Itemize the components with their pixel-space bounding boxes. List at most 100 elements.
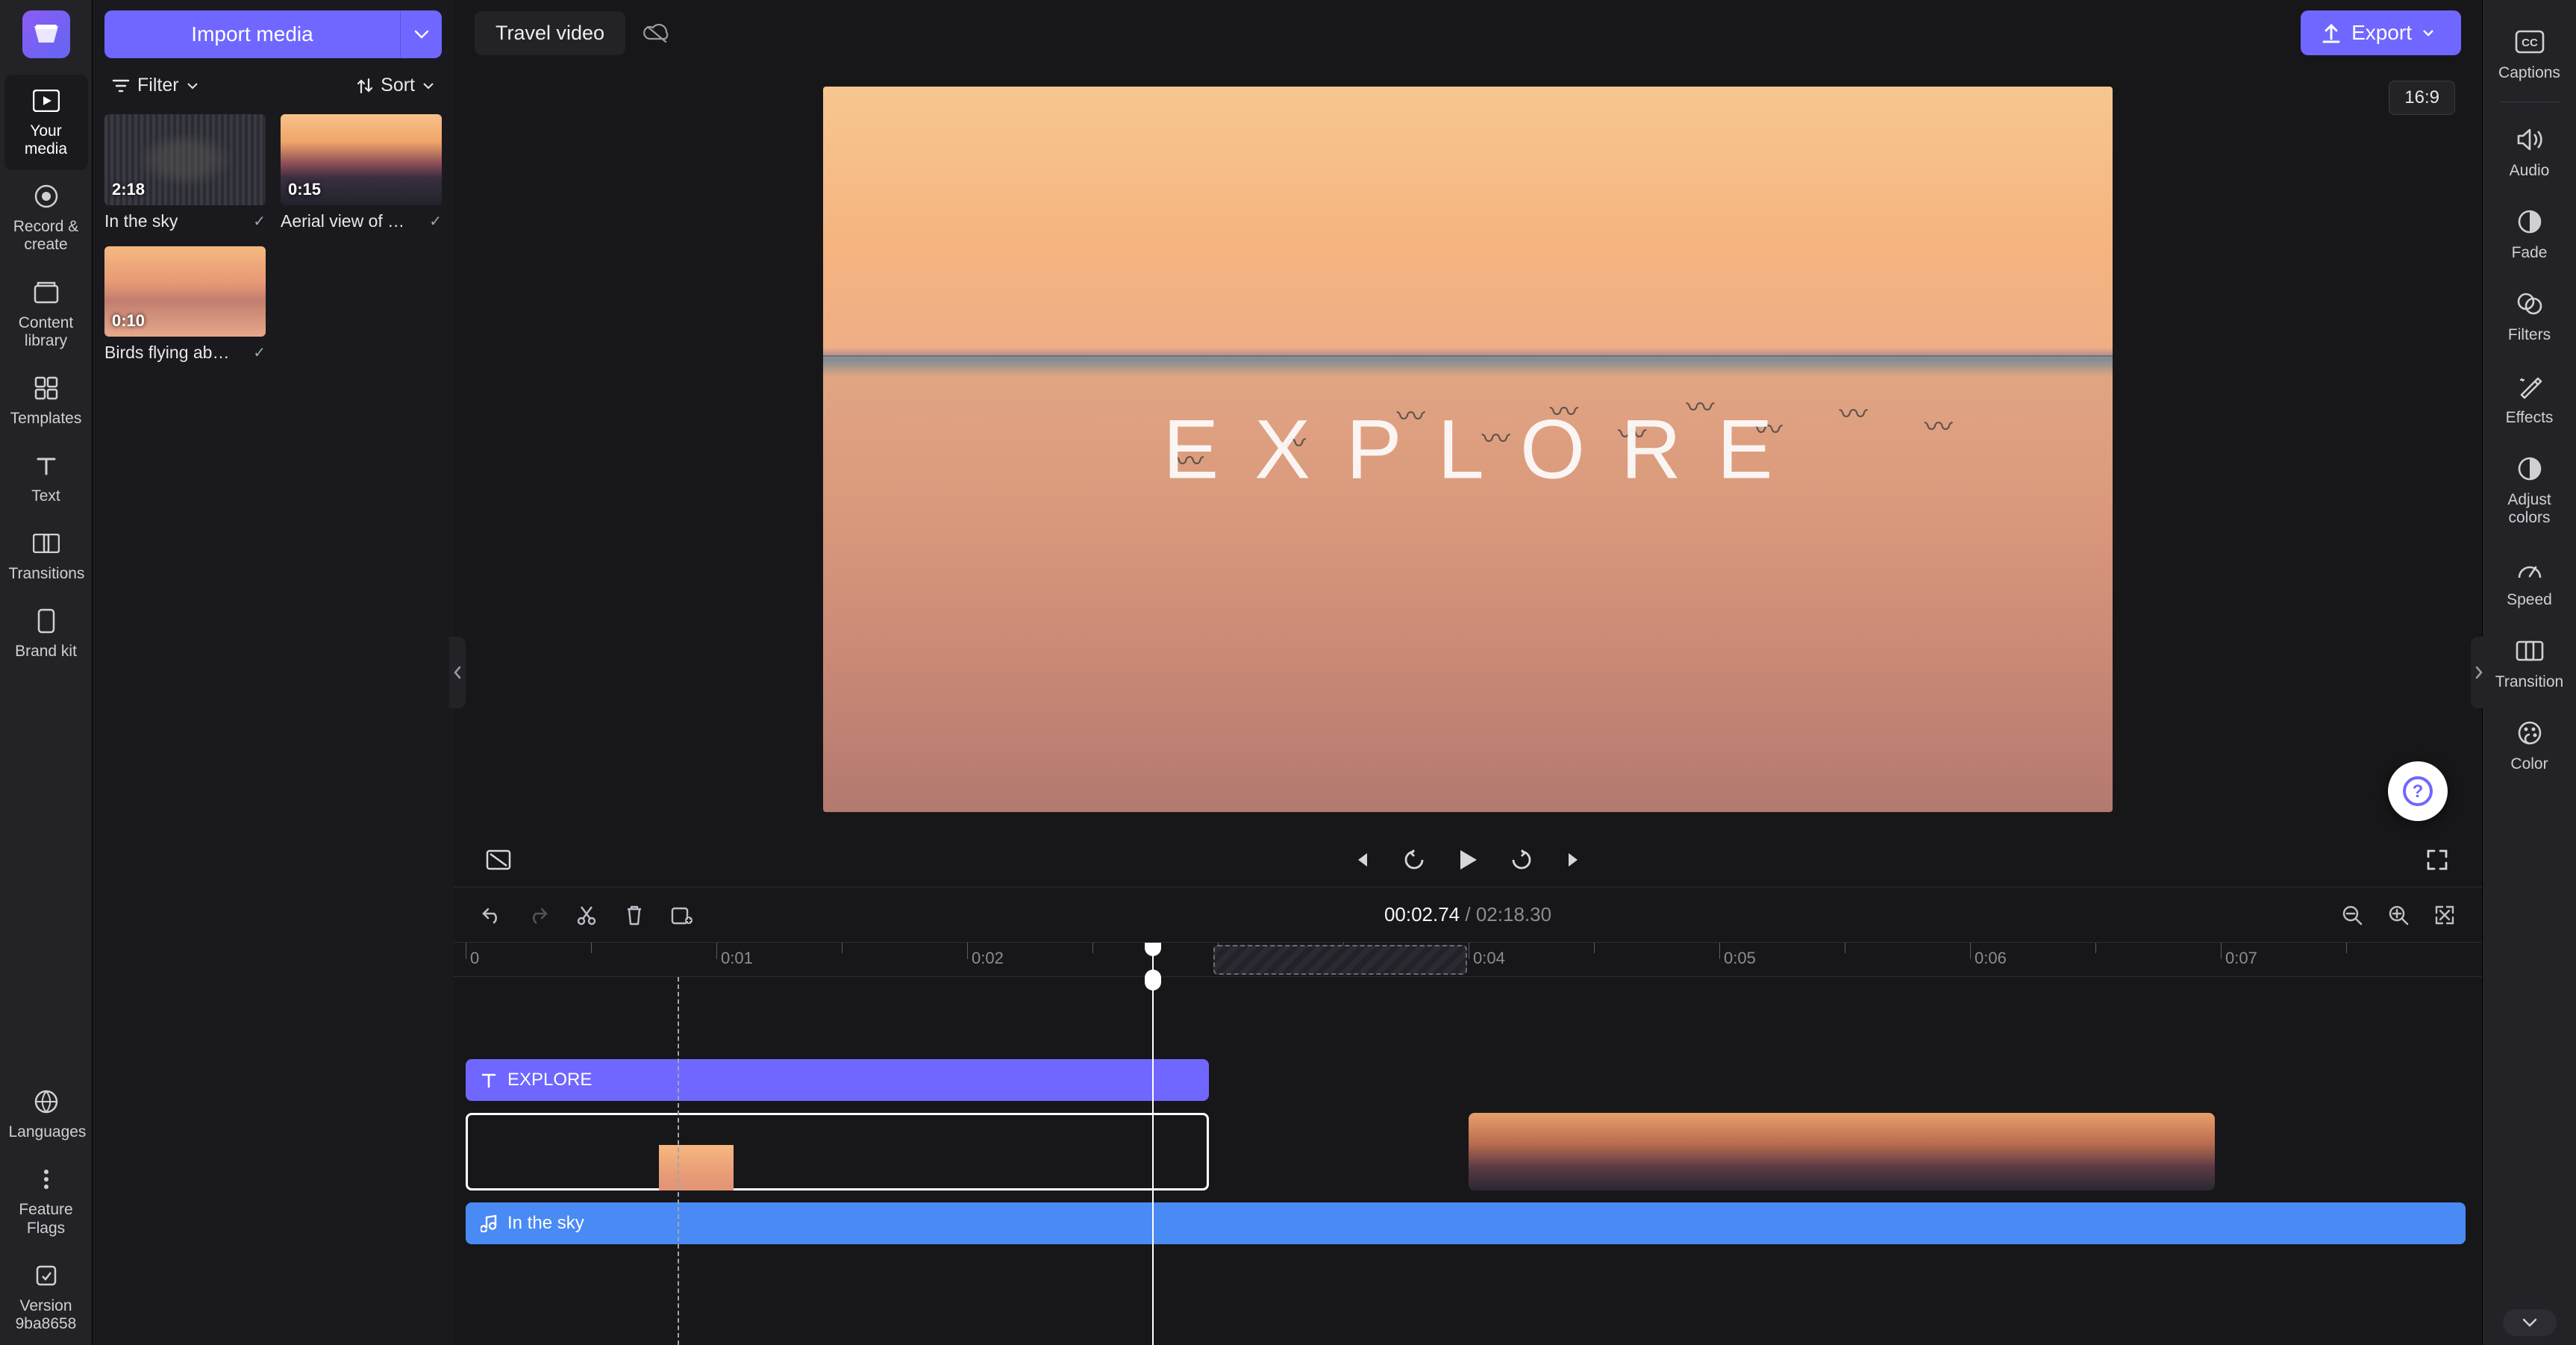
sort-button[interactable]: Sort [349,70,442,101]
timeline-ruler[interactable]: 0 0:01 0:02 0:03 0:04 0:05 0:06 0:07 [454,943,2482,977]
collapse-right-rail[interactable] [2471,637,2487,708]
prop-transition[interactable]: Transition [2487,622,2572,705]
upload-icon [2322,22,2341,43]
center-area: Travel video Export 〰〰 〰〰 〰〰 〰〰 〰〰 EXPLO… [454,0,2482,1345]
chevron-down-icon [187,81,198,90]
add-clip-button[interactable] [666,899,698,931]
timeline-tracks[interactable]: EXPLORE In the sky [454,977,2482,1345]
nav-feature-flags[interactable]: Feature Flags [4,1153,88,1249]
redo-button[interactable] [522,899,555,931]
text-icon [481,1072,497,1088]
left-nav-rail: Your media Record & create Content libra… [0,0,93,1345]
zoom-in-button[interactable] [2382,899,2415,931]
library-icon [31,277,62,308]
nav-templates[interactable]: Templates [4,362,88,440]
chevron-down-icon [422,81,434,90]
nav-text[interactable]: Text [4,440,88,517]
filters-icon [2513,287,2546,320]
svg-text:CC: CC [2522,37,2538,49]
nav-transitions[interactable]: Transitions [4,517,88,595]
svg-text:?: ? [2413,781,2424,802]
fullscreen-button[interactable] [2419,842,2455,878]
captions-icon: CC [2513,25,2546,58]
nav-content-library[interactable]: Content library [4,266,88,362]
right-rail-more[interactable] [2503,1309,2557,1336]
skip-back-button[interactable] [1342,842,1378,878]
media-item[interactable]: 0:10 Birds flying ab… ✓ [104,246,266,363]
zoom-fit-button[interactable] [2428,899,2461,931]
prop-audio[interactable]: Audio [2487,111,2572,193]
audio-icon [2513,123,2546,156]
media-name: In the sky [104,211,178,231]
prop-effects[interactable]: Effects [2487,358,2572,440]
timeline-toolbar: 00:02.74 / 02:18.30 [454,887,2482,942]
effects-icon [2513,370,2546,403]
text-clip[interactable]: EXPLORE [466,1059,1209,1101]
transitions-icon [31,528,62,559]
media-item[interactable]: 0:15 Aerial view of … ✓ [281,114,442,231]
media-panel: Import media Filter Sort 2:18 In the sky… [93,0,454,1345]
seek-cursor [678,977,679,1345]
cloud-sync-icon[interactable] [643,22,670,43]
media-thumbnail[interactable]: 0:15 [281,114,442,205]
media-thumbnail[interactable]: 2:18 [104,114,266,205]
filter-button[interactable]: Filter [104,70,206,101]
prop-speed[interactable]: Speed [2487,540,2572,622]
import-media-button[interactable]: Import media [104,10,400,58]
prop-adjust-colors[interactable]: Adjust colors [2487,440,2572,540]
preview-area: 〰〰 〰〰 〰〰 〰〰 〰〰 EXPLORE 16:9 ? [454,66,2482,833]
timeline[interactable]: 0 0:01 0:02 0:03 0:04 0:05 0:06 0:07 EXP… [454,942,2482,1345]
export-button[interactable]: Export [2301,10,2461,55]
transition-icon [2513,634,2546,667]
split-button[interactable] [570,899,603,931]
video-clip-birds[interactable] [466,1113,1209,1190]
video-clip-aerial[interactable] [1469,1113,2215,1190]
brandkit-icon [31,605,62,637]
hide-preview-button[interactable] [481,842,516,878]
ruler-drop-indicator [1213,945,1467,975]
project-title[interactable]: Travel video [475,11,625,55]
media-name: Aerial view of … [281,211,404,231]
speed-icon [2513,552,2546,585]
nav-brand-kit[interactable]: Brand kit [4,595,88,672]
right-properties-rail: CC Captions Audio Fade Filters Effects A… [2482,0,2576,1345]
nav-languages[interactable]: Languages [4,1076,88,1153]
used-check-icon: ✓ [429,212,442,231]
audio-clip[interactable]: In the sky [466,1202,2466,1244]
nav-version[interactable]: Version 9ba8658 [4,1249,88,1345]
adjust-icon [2513,452,2546,485]
aspect-ratio-chip[interactable]: 16:9 [2389,81,2455,115]
used-check-icon: ✓ [253,343,266,362]
media-name: Birds flying ab… [104,343,229,363]
media-thumbnail[interactable]: 0:10 [104,246,266,337]
app-logo[interactable] [22,10,70,58]
playhead-ruler-marker[interactable] [1152,943,1154,977]
playhead[interactable] [1152,977,1154,1345]
prop-captions[interactable]: CC Captions [2487,13,2572,96]
filter-icon [112,78,130,93]
flags-icon [31,1164,62,1195]
forward-button[interactable] [1504,842,1539,878]
help-button[interactable]: ? [2388,761,2448,821]
rewind-button[interactable] [1396,842,1432,878]
nav-record-create[interactable]: Record & create [4,170,88,266]
templates-icon [31,372,62,404]
zoom-out-button[interactable] [2336,899,2369,931]
prop-fade[interactable]: Fade [2487,193,2572,275]
play-button[interactable] [1450,842,1486,878]
media-item[interactable]: 2:18 In the sky ✓ [104,114,266,231]
record-icon [31,181,62,212]
nav-your-media[interactable]: Your media [4,75,88,170]
text-icon [31,450,62,481]
delete-button[interactable] [618,899,651,931]
transport-bar [454,833,2482,887]
media-icon [31,85,62,116]
prop-color[interactable]: Color [2487,705,2572,787]
import-media-dropdown[interactable] [400,10,442,58]
prop-filters[interactable]: Filters [2487,275,2572,358]
undo-button[interactable] [475,899,507,931]
used-check-icon: ✓ [253,212,266,231]
video-preview[interactable]: 〰〰 〰〰 〰〰 〰〰 〰〰 EXPLORE [823,87,2113,812]
skip-forward-button[interactable] [1557,842,1593,878]
version-icon [31,1260,62,1291]
